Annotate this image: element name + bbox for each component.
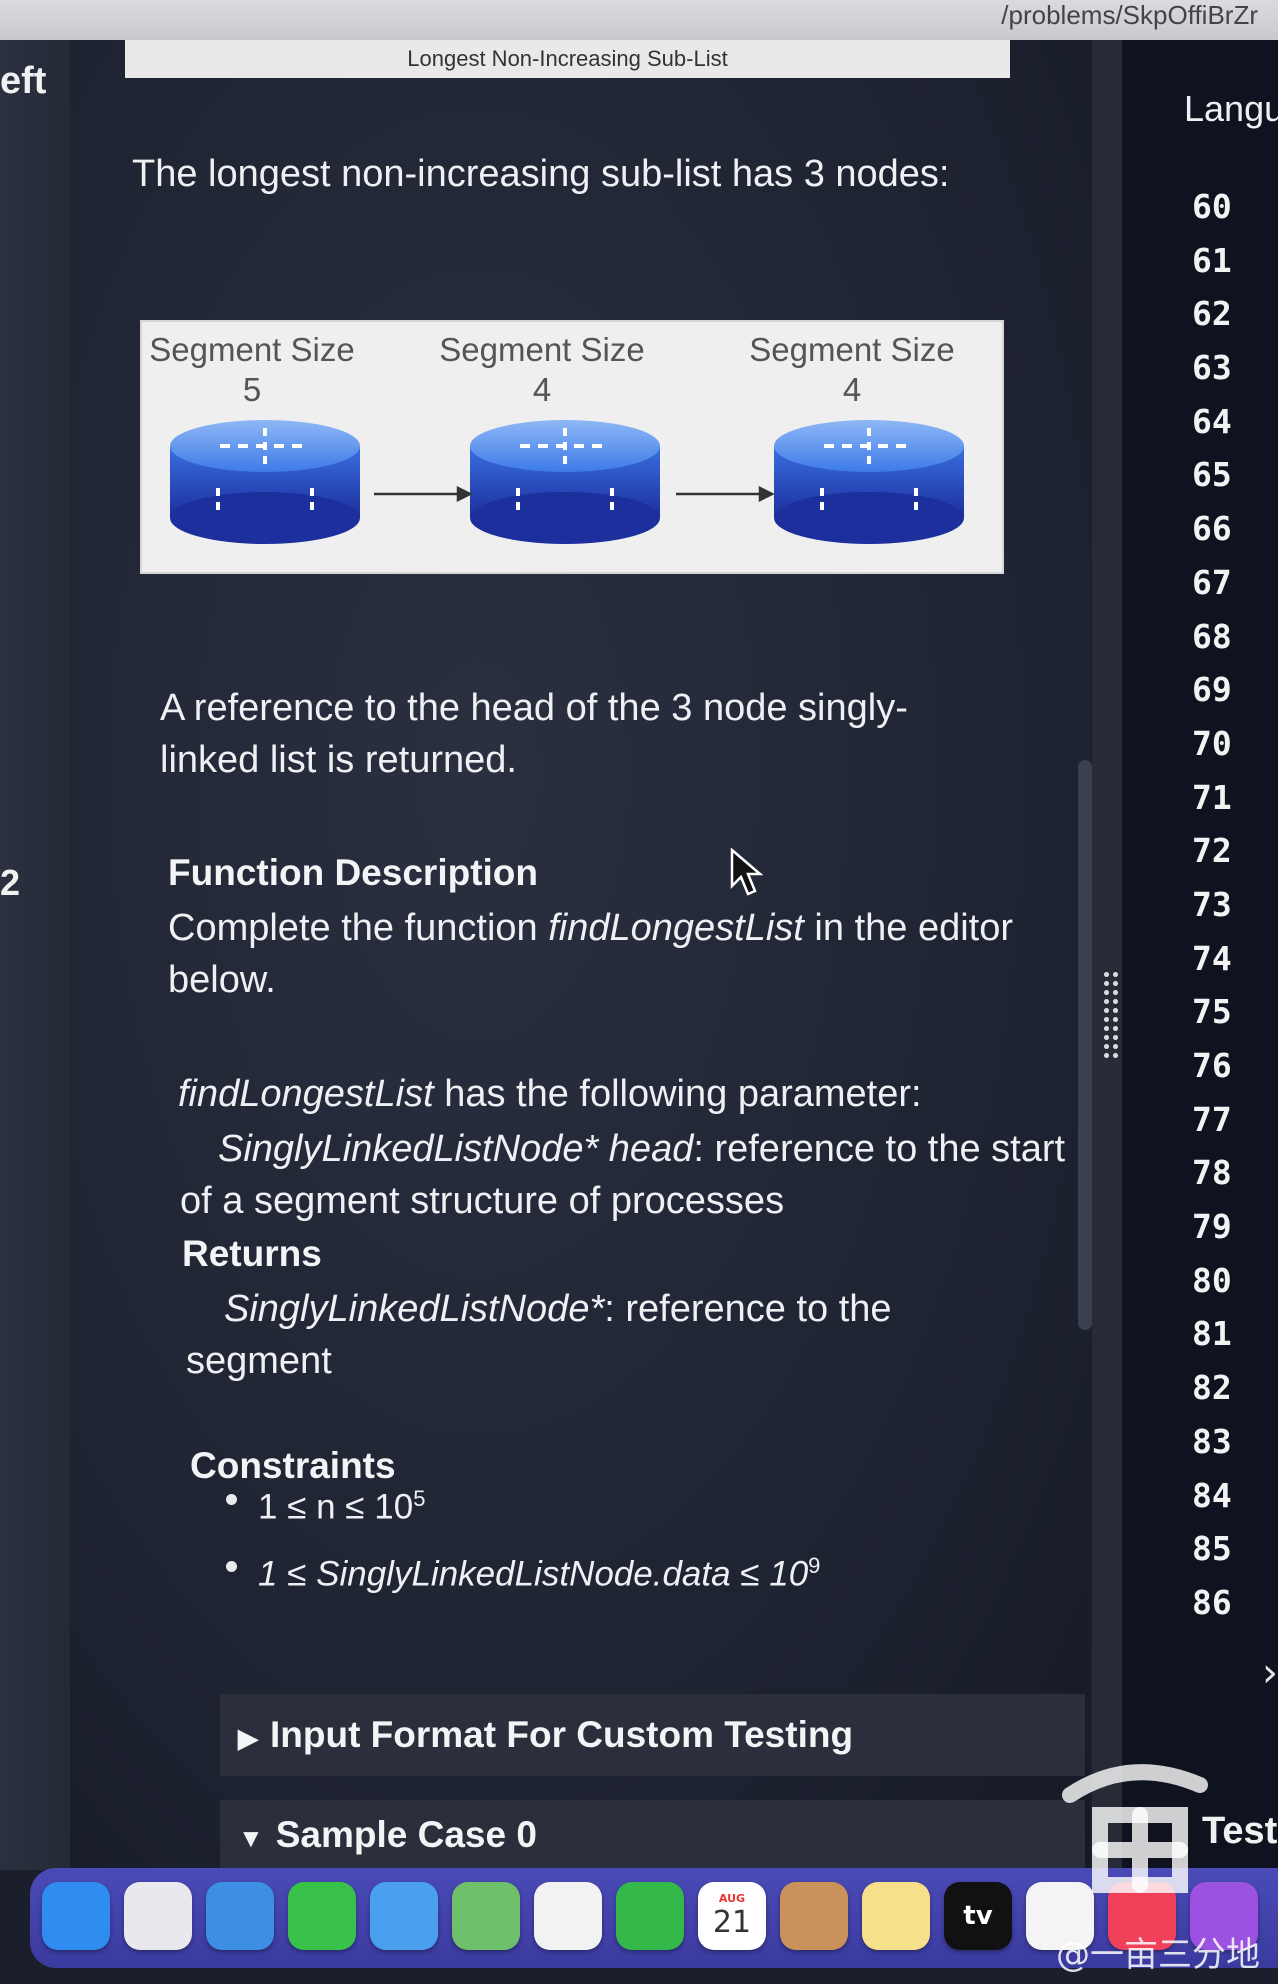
- section-label: Input Format For Custom Testing: [270, 1714, 854, 1755]
- finder-icon[interactable]: [42, 1882, 110, 1950]
- line-number: 61: [1192, 240, 1232, 280]
- router-icon: [774, 420, 964, 544]
- line-number: 67: [1192, 562, 1232, 602]
- safari-icon[interactable]: [206, 1882, 274, 1950]
- mail-icon[interactable]: [370, 1882, 438, 1950]
- left-panel-number-fragment: 2: [0, 862, 21, 903]
- problem-description-panel: Longest Non-Increasing Sub-List The long…: [70, 40, 1090, 1870]
- watermark-text: @一亩三分地: [1056, 1935, 1260, 1975]
- line-number: 65: [1192, 455, 1232, 495]
- constraint-item: 1 ≤ SinglyLinkedListNode.data ≤ 109: [220, 1537, 820, 1604]
- line-number: 72: [1192, 831, 1232, 871]
- function-name: findLongestList: [548, 907, 804, 949]
- calendar-month: AUG: [718, 1892, 746, 1905]
- parameter-description: SinglyLinkedListNode* head: reference to…: [180, 1128, 1066, 1222]
- line-number: 85: [1192, 1529, 1232, 1569]
- line-number: 69: [1192, 670, 1232, 710]
- left-panel-edge: eft 2: [0, 40, 70, 1870]
- language-selector[interactable]: Langu: [1184, 88, 1278, 130]
- constraints-list: 1 ≤ n ≤ 105 1 ≤ SinglyLinkedListNode.dat…: [220, 1470, 820, 1603]
- line-number: 76: [1192, 1046, 1232, 1085]
- line-number: 74: [1192, 938, 1232, 978]
- line-number: 68: [1192, 616, 1232, 656]
- line-number: 63: [1192, 348, 1232, 388]
- line-number: 75: [1192, 992, 1232, 1032]
- router-icon: [470, 420, 660, 544]
- caret-down-icon: ▼: [238, 1823, 264, 1853]
- line-number: 86: [1192, 1582, 1232, 1622]
- figure-caption: Longest Non-Increasing Sub-List: [125, 40, 1010, 78]
- parameter-name: SinglyLinkedListNode* head: [218, 1128, 694, 1170]
- contacts-icon[interactable]: [780, 1882, 848, 1950]
- problem-panel-scrollbar[interactable]: [1078, 760, 1092, 1330]
- router-icon: [170, 420, 360, 544]
- section-label: Sample Case 0: [275, 1814, 537, 1855]
- line-number: 62: [1192, 294, 1232, 334]
- arrow-right-icon: [676, 485, 775, 503]
- input-format-toggle[interactable]: ▶ Input Format For Custom Testing: [220, 1694, 1085, 1776]
- intro-paragraph: The longest non-increasing sub-list has …: [132, 153, 950, 195]
- notes-icon[interactable]: [862, 1882, 930, 1950]
- line-number: 60: [1192, 187, 1232, 226]
- url-fragment: /problems/SkpOffiBrZr: [1001, 0, 1258, 30]
- caret-right-icon: ▶: [238, 1723, 258, 1753]
- line-number: 82: [1192, 1368, 1232, 1408]
- left-panel-text-fragment: eft: [0, 60, 47, 102]
- function-description-text: Complete the function findLongestList in…: [168, 907, 1014, 1001]
- maps-icon[interactable]: [452, 1882, 520, 1950]
- parameter-intro: findLongestList has the following parame…: [178, 1073, 922, 1115]
- line-number: 73: [1192, 884, 1232, 924]
- function-name: findLongestList: [178, 1073, 434, 1115]
- line-number: 78: [1192, 1153, 1232, 1193]
- line-number: 79: [1192, 1207, 1232, 1247]
- return-type: SinglyLinkedListNode*: [224, 1288, 605, 1330]
- drag-handle-icon[interactable]: [1102, 970, 1120, 1060]
- launchpad-icon[interactable]: [124, 1882, 192, 1950]
- line-number: 83: [1192, 1421, 1232, 1461]
- line-number: 66: [1192, 509, 1232, 549]
- line-number: 64: [1192, 401, 1232, 441]
- chevron-right-icon[interactable]: ›: [1262, 1650, 1278, 1696]
- arrow-right-icon: [374, 485, 473, 503]
- watermark-seal-icon: [1062, 1764, 1208, 1893]
- mouse-cursor-icon: [730, 848, 764, 896]
- line-number: 84: [1192, 1475, 1232, 1515]
- line-number-gutter: 60 61 62 63 64 65 66 67 68 69 70 71 72 73 74 75 76 77 78 79…: [1192, 180, 1232, 1630]
- browser-top-bar: /problems/SkpOffiBrZr: [0, 0, 1278, 40]
- photos-icon[interactable]: [534, 1882, 602, 1950]
- line-number: 77: [1192, 1099, 1232, 1139]
- calendar-icon[interactable]: AUG 21: [698, 1882, 766, 1950]
- messages-icon[interactable]: [288, 1882, 356, 1950]
- result-paragraph: A reference to the head of the 3 node si…: [160, 687, 908, 781]
- line-number: 81: [1192, 1314, 1232, 1354]
- calendar-day: 21: [712, 1905, 752, 1940]
- sample-case-toggle[interactable]: ▼ Sample Case 0: [220, 1800, 1085, 1870]
- router-diagram-graphics: [170, 420, 964, 544]
- linked-list-diagram: Segment Size 5 Segment Size 4 Segment Si…: [140, 320, 1004, 574]
- returns-description: SinglyLinkedListNode*: reference to the …: [186, 1288, 892, 1382]
- app-label: tv: [963, 1901, 993, 1931]
- function-description-heading: Function Description: [168, 852, 538, 893]
- line-number: 71: [1192, 777, 1232, 817]
- appletv-icon[interactable]: tv: [944, 1882, 1012, 1950]
- line-number: 80: [1192, 1260, 1232, 1300]
- returns-heading: Returns: [182, 1233, 322, 1274]
- panel-splitter[interactable]: [1092, 40, 1122, 1870]
- facetime-icon[interactable]: [616, 1882, 684, 1950]
- code-editor-panel: Langu 60 61 62 63 64 65 66 67 68 69 70 71 72 73 74 75 76…: [1122, 40, 1278, 1870]
- constraint-item: 1 ≤ n ≤ 105: [220, 1470, 820, 1537]
- line-number: 70: [1192, 723, 1232, 763]
